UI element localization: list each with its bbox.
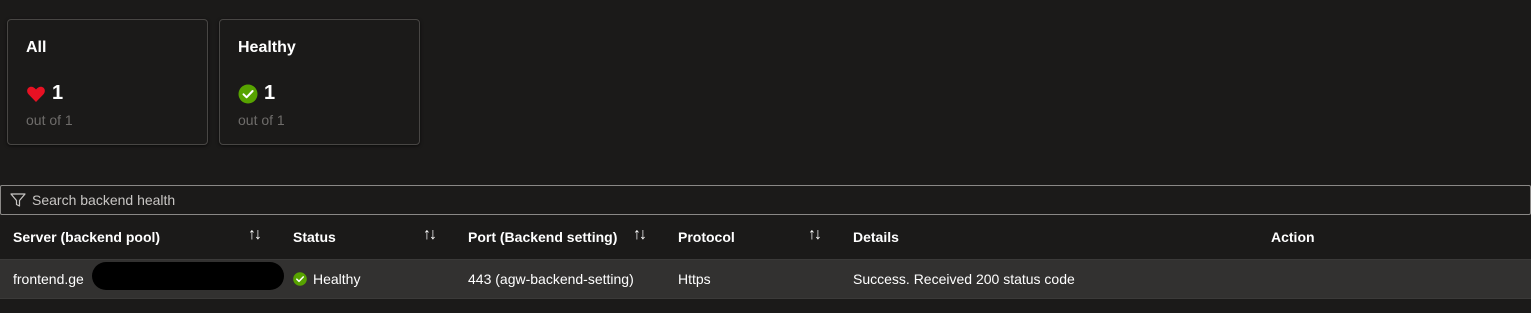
cell-port: 443 (agw-backend-setting) <box>468 271 634 287</box>
sort-port-icon[interactable]: ↑↓ <box>633 226 647 244</box>
card-all-subtext: out of 1 <box>26 112 73 128</box>
check-circle-icon <box>238 84 258 103</box>
header-action: Action <box>1271 229 1315 245</box>
summary-cards: All 1 out of 1 Healthy 1 out of 1 <box>7 19 420 145</box>
search-input[interactable] <box>32 187 1530 213</box>
card-all-count: 1 <box>26 82 63 105</box>
header-protocol[interactable]: Protocol <box>678 229 735 245</box>
card-all[interactable]: All 1 out of 1 <box>7 19 208 145</box>
healthy-status-icon <box>293 272 307 286</box>
cell-server: frontend.ge <box>13 271 84 287</box>
search-bar[interactable] <box>0 185 1531 215</box>
heart-icon <box>27 86 45 102</box>
header-status[interactable]: Status <box>293 229 336 245</box>
table-header: Server (backend pool) ↑↓ Status ↑↓ Port … <box>0 217 1531 260</box>
redaction-mark <box>92 262 284 290</box>
card-healthy-title: Healthy <box>238 39 296 56</box>
card-healthy-count-value: 1 <box>264 82 276 104</box>
card-all-title: All <box>26 39 47 56</box>
filter-icon <box>10 193 26 207</box>
sort-protocol-icon[interactable]: ↑↓ <box>808 226 822 244</box>
cell-status: Healthy <box>293 271 360 287</box>
backend-health-table: Server (backend pool) ↑↓ Status ↑↓ Port … <box>0 217 1531 299</box>
cell-details: Success. Received 200 status code <box>853 271 1075 287</box>
card-all-count-value: 1 <box>52 82 64 104</box>
card-healthy-subtext: out of 1 <box>238 112 285 128</box>
card-healthy-count: 1 <box>238 82 275 105</box>
card-healthy[interactable]: Healthy 1 out of 1 <box>219 19 420 145</box>
table-row[interactable]: frontend.ge Healthy 443 (agw-backend-set… <box>0 260 1531 299</box>
header-port[interactable]: Port (Backend setting) <box>468 229 617 245</box>
cell-protocol: Https <box>678 271 711 287</box>
cell-status-label: Healthy <box>313 271 361 287</box>
header-details: Details <box>853 229 899 245</box>
sort-status-icon[interactable]: ↑↓ <box>423 226 437 244</box>
header-server[interactable]: Server (backend pool) <box>13 229 160 245</box>
sort-server-icon[interactable]: ↑↓ <box>248 226 262 244</box>
